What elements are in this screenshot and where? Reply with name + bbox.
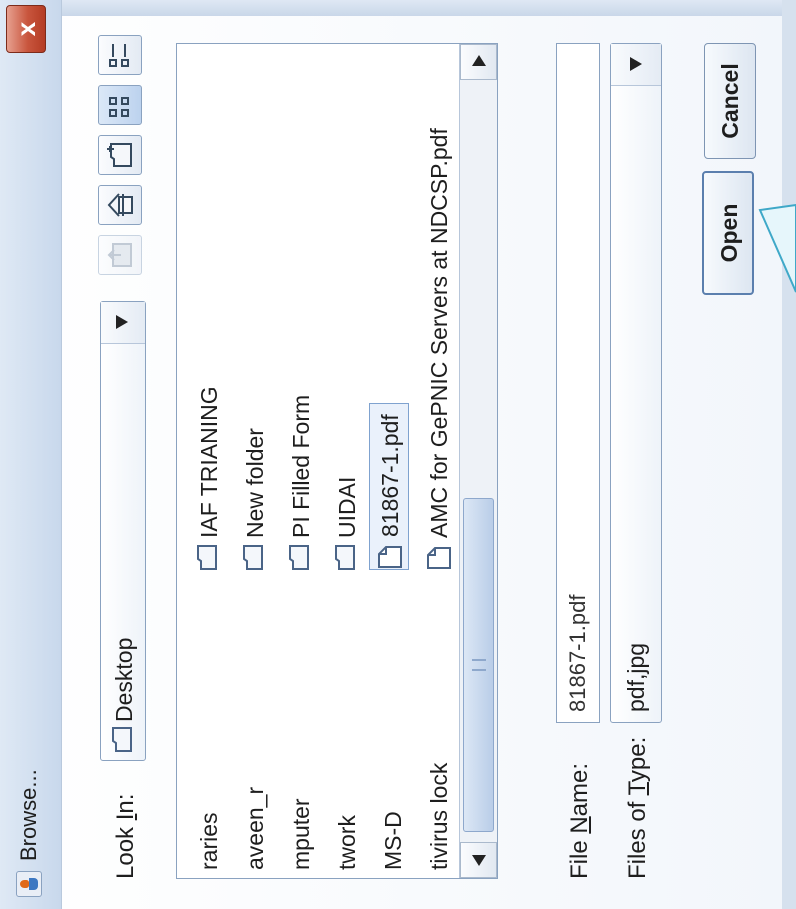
look-in-label: Look In: [112, 793, 139, 879]
scroll-right-button[interactable] [460, 44, 497, 80]
scroll-left-button[interactable] [460, 842, 497, 878]
file-icon [426, 546, 458, 570]
create-new-folder-button[interactable] [98, 135, 142, 175]
screen: Browse... x Look In: Desktop raries avee… [0, 0, 796, 909]
horizontal-scrollbar[interactable] [459, 44, 497, 878]
up-one-level-button[interactable] [98, 235, 142, 275]
folder-icon [288, 544, 316, 570]
desktop-button[interactable] [98, 185, 142, 225]
java-app-icon [16, 871, 42, 897]
file-item-selected[interactable]: 81867-1.pdf [369, 403, 409, 570]
folder-icon [111, 726, 138, 752]
files-of-type-value: pdf,jpg [623, 642, 649, 712]
folder-icon [334, 544, 362, 570]
details-view-button[interactable] [98, 35, 142, 75]
scrollbar-thumb[interactable] [463, 498, 494, 832]
file-name-label: File Name: [566, 762, 593, 879]
folder-icon [196, 544, 224, 570]
window-title: Browse... [16, 769, 41, 861]
files-of-type-dropdown-arrow[interactable] [611, 44, 661, 86]
title-bar[interactable]: Browse... x [0, 0, 62, 909]
file-list[interactable]: raries aveen_r mputer twork MS-D tivirus… [176, 43, 498, 879]
file-name-input[interactable] [556, 43, 600, 723]
file-icon [377, 545, 409, 569]
window-frame-bottom [782, 0, 796, 909]
chevron-left-icon [472, 855, 486, 866]
look-in-dropdown[interactable]: Desktop [100, 301, 146, 761]
close-button[interactable]: x [6, 5, 46, 53]
open-button[interactable]: Open [702, 171, 754, 295]
grip-icon [472, 659, 486, 671]
chevron-down-icon [116, 315, 128, 329]
look-in-dropdown-arrow[interactable] [101, 302, 145, 344]
chevron-right-icon [472, 55, 486, 66]
files-of-type-label: Files of Type: [624, 736, 651, 879]
browse-dialog: Browse... x Look In: Desktop raries avee… [0, 0, 796, 909]
window-frame [62, 0, 796, 16]
list-view-button[interactable] [98, 85, 142, 125]
list-view-icon [109, 97, 129, 117]
up-folder-icon [107, 243, 132, 267]
files-of-type-dropdown[interactable]: pdf,jpg [610, 43, 662, 723]
folder-icon [242, 544, 270, 570]
cancel-button[interactable]: Cancel [704, 43, 756, 159]
chevron-down-icon [630, 57, 642, 71]
file-list-column-2: IAF TRIANING New folder PI Filled Form U… [177, 58, 457, 578]
home-icon [107, 193, 133, 217]
details-view-icon [109, 44, 129, 67]
file-list-column-1: raries aveen_r mputer twork MS-D tivirus… [196, 762, 452, 870]
new-folder-icon [107, 143, 132, 167]
look-in-value: Desktop [111, 637, 137, 722]
